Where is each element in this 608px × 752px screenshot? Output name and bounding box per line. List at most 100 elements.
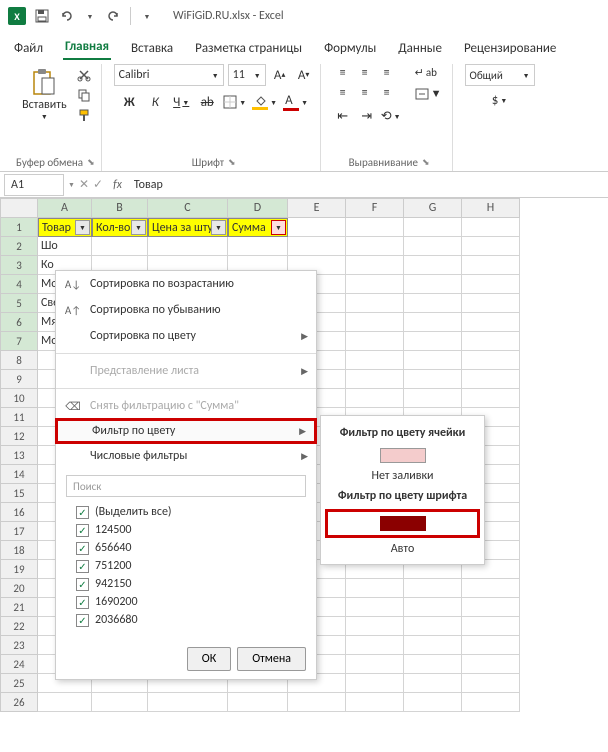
filter-value-item[interactable]: ✓1690200 — [76, 593, 306, 611]
dialog-launcher-icon[interactable]: ⬊ — [422, 157, 430, 168]
cell[interactable] — [346, 693, 404, 712]
cell[interactable] — [228, 237, 288, 256]
select-all-item[interactable]: ✓(Выделить все) — [76, 503, 306, 521]
cell[interactable] — [462, 313, 520, 332]
cell[interactable] — [346, 389, 404, 408]
redo-icon[interactable] — [106, 8, 122, 24]
row-header[interactable]: 1 — [0, 218, 38, 237]
col-header-E[interactable]: E — [288, 198, 346, 218]
col-header-A[interactable]: A — [38, 198, 92, 218]
col-header-D[interactable]: D — [228, 198, 288, 218]
cell[interactable] — [462, 389, 520, 408]
cell[interactable] — [38, 693, 92, 712]
formula-input[interactable]: Товар — [128, 178, 608, 192]
align-bot-icon[interactable]: ≡ — [377, 64, 397, 82]
menu-insert[interactable]: Вставка — [129, 37, 175, 60]
row-header[interactable]: 3 — [0, 256, 38, 275]
cell[interactable] — [462, 275, 520, 294]
menu-data[interactable]: Данные — [396, 37, 444, 60]
cut-icon[interactable] — [75, 66, 93, 84]
indent-icon[interactable]: ⇥ — [357, 106, 377, 126]
cell[interactable] — [404, 275, 462, 294]
dialog-launcher-icon[interactable]: ⬊ — [228, 157, 236, 168]
menu-home[interactable]: Главная — [63, 35, 111, 60]
cell[interactable] — [346, 332, 404, 351]
cell[interactable] — [288, 693, 346, 712]
cell[interactable] — [404, 332, 462, 351]
row-header[interactable]: 22 — [0, 617, 38, 636]
underline-button[interactable]: Ч▼ — [171, 92, 191, 112]
row-header[interactable]: 17 — [0, 522, 38, 541]
filter-value-item[interactable]: ✓751200 — [76, 557, 306, 575]
cell[interactable] — [462, 237, 520, 256]
ok-button[interactable]: ОК — [187, 647, 231, 671]
enter-formula-icon[interactable]: ✓ — [93, 177, 103, 192]
orientation-icon[interactable]: ⟲▼ — [381, 106, 401, 126]
cell[interactable] — [346, 655, 404, 674]
dialog-launcher-icon[interactable]: ⬊ — [87, 157, 95, 168]
cell[interactable] — [404, 313, 462, 332]
border-button[interactable]: ▼ — [223, 92, 246, 112]
align-mid-icon[interactable]: ≡ — [355, 64, 375, 82]
cell[interactable] — [462, 598, 520, 617]
cancel-button[interactable]: Отмена — [237, 647, 306, 671]
cell[interactable]: Кол-во▼ — [92, 218, 148, 237]
select-all-corner[interactable] — [0, 198, 38, 218]
cell[interactable]: Цена за шту▼ — [148, 218, 228, 237]
cell[interactable] — [92, 237, 148, 256]
fx-label[interactable]: fx — [107, 178, 128, 192]
cell[interactable] — [462, 256, 520, 275]
cell[interactable] — [346, 636, 404, 655]
menu-file[interactable]: Файл — [12, 37, 45, 60]
outdent-icon[interactable]: ⇤ — [333, 106, 353, 126]
font-name-combo[interactable]: Calibri▼ — [114, 64, 224, 86]
filter-value-item[interactable]: ✓942150 — [76, 575, 306, 593]
align-top-icon[interactable]: ≡ — [333, 64, 353, 82]
filter-color-item[interactable]: Фильтр по цвету ▶ — [55, 418, 317, 444]
cell[interactable] — [404, 598, 462, 617]
cell[interactable]: Сумма▼ — [228, 218, 288, 237]
cell[interactable] — [462, 693, 520, 712]
cell[interactable] — [404, 655, 462, 674]
undo-dropdown-icon[interactable]: ▼ — [82, 8, 98, 24]
italic-button[interactable]: К — [145, 92, 165, 112]
strike-button[interactable]: ab — [197, 92, 217, 112]
row-header[interactable]: 7 — [0, 332, 38, 351]
cell[interactable] — [346, 313, 404, 332]
cell[interactable] — [462, 294, 520, 313]
cell[interactable] — [404, 351, 462, 370]
shrink-font-icon[interactable]: A▾ — [294, 65, 314, 85]
cell[interactable] — [92, 693, 148, 712]
filter-dropdown-icon[interactable]: ▼ — [131, 220, 146, 235]
row-header[interactable]: 23 — [0, 636, 38, 655]
row-header[interactable]: 12 — [0, 427, 38, 446]
col-header-C[interactable]: C — [148, 198, 228, 218]
cell[interactable] — [462, 655, 520, 674]
row-header[interactable]: 16 — [0, 503, 38, 522]
row-header[interactable]: 9 — [0, 370, 38, 389]
row-header[interactable]: 18 — [0, 541, 38, 560]
row-header[interactable]: 13 — [0, 446, 38, 465]
cell[interactable] — [288, 218, 346, 237]
darkred-swatch[interactable] — [380, 516, 426, 531]
cell[interactable] — [346, 351, 404, 370]
filter-value-item[interactable]: ✓124500 — [76, 521, 306, 539]
filter-value-item[interactable]: ✓2036680 — [76, 611, 306, 629]
row-header[interactable]: 5 — [0, 294, 38, 313]
cell[interactable] — [462, 370, 520, 389]
save-icon[interactable] — [34, 8, 50, 24]
cell[interactable] — [404, 294, 462, 313]
cell[interactable] — [228, 693, 288, 712]
align-center-icon[interactable]: ≡ — [355, 84, 375, 102]
num-filter-item[interactable]: Числовые фильтры ▶ — [56, 443, 316, 469]
merge-button[interactable]: ▼ — [411, 85, 446, 102]
undo-icon[interactable] — [58, 8, 74, 24]
align-right-icon[interactable]: ≡ — [377, 84, 397, 102]
copy-icon[interactable] — [75, 86, 93, 104]
filter-value-item[interactable]: ✓656640 — [76, 539, 306, 557]
qat-dropdown-icon[interactable]: ▼ — [139, 8, 155, 24]
row-header[interactable]: 4 — [0, 275, 38, 294]
fill-color-button[interactable]: ▼ — [252, 92, 277, 112]
row-header[interactable]: 24 — [0, 655, 38, 674]
row-header[interactable]: 25 — [0, 674, 38, 693]
